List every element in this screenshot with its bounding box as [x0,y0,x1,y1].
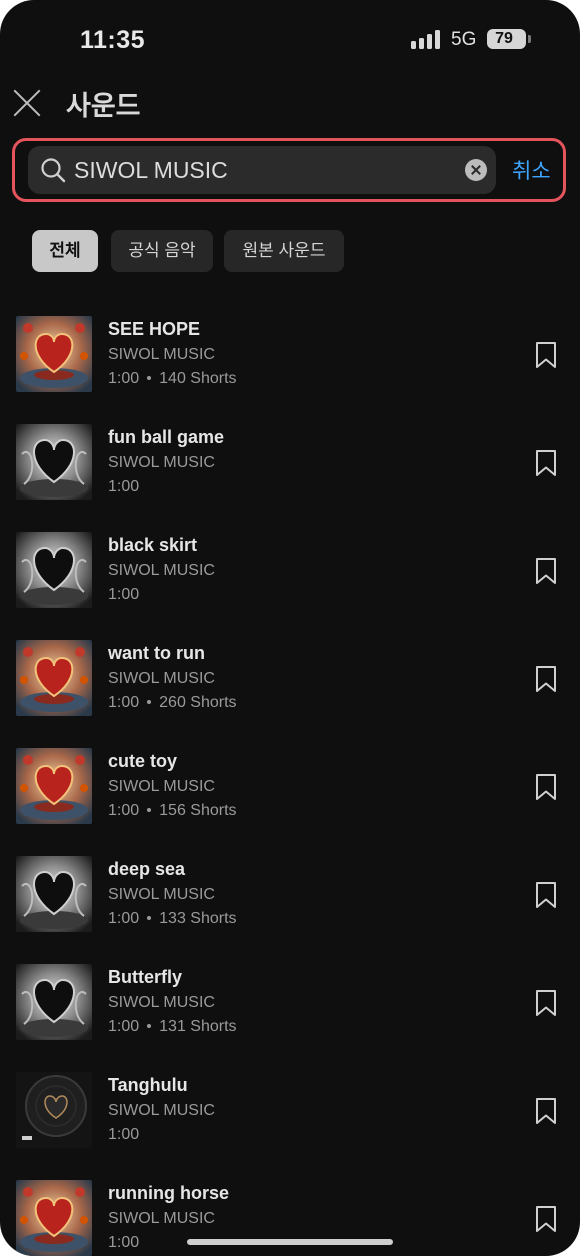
album-art [16,532,92,608]
list-item[interactable]: Butterfly SIWOL MUSIC 1:00 131 Shorts [0,954,580,1054]
chip-all[interactable]: 전체 [32,230,98,272]
bookmark-icon[interactable] [534,665,558,693]
bookmark-icon[interactable] [534,989,558,1017]
sound-title: SEE HOPE [108,319,201,339]
sound-meta: 1:00 [108,478,139,496]
sound-artist: SIWOL MUSIC [108,994,215,1011]
list-item[interactable]: fun ball game SIWOL MUSIC 1:00 [0,414,580,514]
sound-title: deep sea [108,859,186,879]
list-item[interactable]: Tanghulu SIWOL MUSIC 1:00 [0,1062,580,1162]
sound-duration: 1:00 [108,478,140,495]
sound-title: black skirt [108,535,198,555]
bookmark-icon[interactable] [534,773,558,801]
album-art [16,316,92,392]
album-art [16,748,92,824]
status-bar: 11:35 5G 79 [0,0,580,80]
clear-icon[interactable] [465,159,487,181]
album-art [16,964,92,1040]
signal-icon [411,29,443,49]
close-icon[interactable] [12,88,42,118]
sound-shorts-count: 140 Shorts [159,370,237,387]
chip-original-sound[interactable]: 원본 사운드 [224,230,344,272]
sound-title: Butterfly [108,967,183,987]
sound-artist: SIWOL MUSIC [108,1102,215,1119]
sound-duration: 1:00 [108,586,140,603]
sound-artist: SIWOL MUSIC [108,1210,215,1227]
sound-shorts-count: 133 Shorts [159,910,237,927]
sound-title: fun ball game [108,427,225,447]
sound-meta: 1:00 [108,586,139,604]
sound-title: want to run [108,643,205,663]
album-art [16,1072,92,1148]
sound-title: Tanghulu [108,1075,188,1095]
search-input[interactable] [74,146,454,194]
sound-duration: 1:00 [108,1234,140,1251]
list-item[interactable]: black skirt SIWOL MUSIC 1:00 [0,522,580,622]
separator-dot [147,915,152,920]
sound-artist: SIWOL MUSIC [108,562,215,579]
list-item[interactable]: cute toy SIWOL MUSIC 1:00 156 Shorts [0,738,580,838]
sound-title: cute toy [108,751,178,771]
search-icon [41,158,66,183]
list-item[interactable]: want to run SIWOL MUSIC 1:00 260 Shorts [0,630,580,730]
separator-dot [147,1023,152,1028]
album-art [16,424,92,500]
sound-artist: SIWOL MUSIC [108,670,215,687]
page-title: 사운드 [66,91,141,121]
sound-shorts-count: 260 Shorts [159,694,237,711]
network-type: 5G [451,29,477,50]
phone-screen: 11:35 5G 79 사운드 취소 전체 공식 음악 원본 사운드 [0,0,580,1256]
bookmark-icon[interactable] [534,881,558,909]
bookmark-icon[interactable] [534,557,558,585]
sound-duration: 1:00 [108,370,140,387]
battery-level: 79 [495,30,513,47]
sound-meta: 1:00 260 Shorts [108,694,237,712]
separator-dot [147,807,152,812]
battery-icon: 79 [487,29,531,49]
list-item[interactable]: deep sea SIWOL MUSIC 1:00 133 Shorts [0,846,580,946]
header: 사운드 [0,80,580,130]
sound-duration: 1:00 [108,1018,140,1035]
bookmark-icon[interactable] [534,1205,558,1233]
bookmark-icon[interactable] [534,449,558,477]
sound-shorts-count: 156 Shorts [159,802,237,819]
sound-meta: 1:00 156 Shorts [108,802,237,820]
sound-duration: 1:00 [108,802,140,819]
sound-artist: SIWOL MUSIC [108,346,215,363]
sound-meta: 1:00 133 Shorts [108,910,237,928]
album-art [16,640,92,716]
album-art [16,1180,92,1256]
sound-meta: 1:00 [108,1234,139,1252]
sound-duration: 1:00 [108,910,140,927]
list-item[interactable]: SEE HOPE SIWOL MUSIC 1:00 140 Shorts [0,306,580,406]
home-indicator[interactable] [187,1239,393,1245]
bookmark-icon[interactable] [534,341,558,369]
sound-artist: SIWOL MUSIC [108,886,215,903]
separator-dot [147,375,152,380]
sound-artist: SIWOL MUSIC [108,454,215,471]
bookmark-icon[interactable] [534,1097,558,1125]
sound-artist: SIWOL MUSIC [108,778,215,795]
sound-shorts-count: 131 Shorts [159,1018,237,1035]
sound-meta: 1:00 131 Shorts [108,1018,237,1036]
sound-meta: 1:00 [108,1126,139,1144]
status-time: 11:35 [80,26,146,54]
cancel-button[interactable]: 취소 [512,155,551,185]
sound-meta: 1:00 140 Shorts [108,370,237,388]
chip-official-music[interactable]: 공식 음악 [111,230,213,272]
sound-duration: 1:00 [108,1126,140,1143]
album-art [16,856,92,932]
search-box[interactable] [28,146,496,194]
sound-duration: 1:00 [108,694,140,711]
sound-title: running horse [108,1183,229,1203]
separator-dot [147,699,152,704]
